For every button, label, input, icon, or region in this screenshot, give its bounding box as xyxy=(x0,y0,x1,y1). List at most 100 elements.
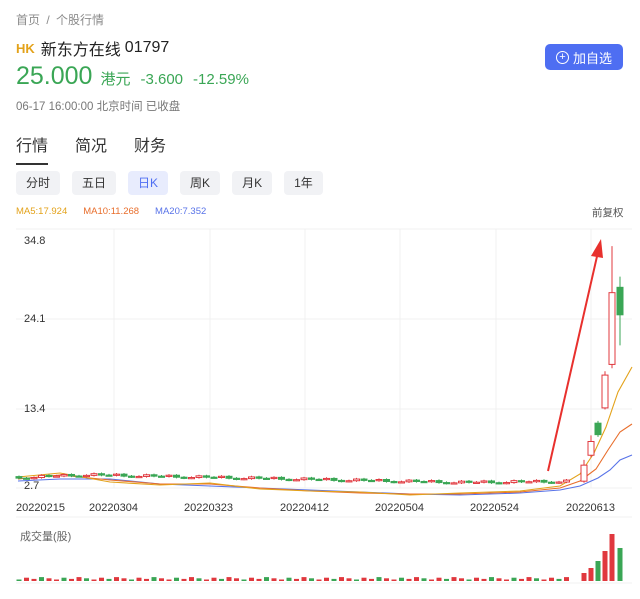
period-tab-weekly[interactable]: 周K xyxy=(180,171,221,195)
period-tab-1year[interactable]: 1年 xyxy=(284,171,323,195)
volume-bar xyxy=(588,568,594,581)
candle-body xyxy=(428,480,435,483)
candle-body xyxy=(75,475,83,478)
volume-bar xyxy=(54,579,59,581)
volume-bar xyxy=(316,579,322,581)
volume-bar xyxy=(279,579,284,581)
candle-body xyxy=(405,479,413,483)
volume-bar xyxy=(271,578,277,581)
candle-body xyxy=(360,478,368,481)
volume-bar xyxy=(324,577,329,581)
adjust-mode-toggle[interactable]: 前复权 xyxy=(592,205,624,220)
ma-legend: MA5:17.924 MA10:11.268 MA20:7.352 xyxy=(16,206,222,217)
volume-bar xyxy=(151,577,157,581)
tab-finance[interactable]: 财务 xyxy=(134,132,166,165)
y-tick-label: 2.7 xyxy=(24,480,39,492)
candle-body xyxy=(398,481,405,484)
breadcrumb-separator: / xyxy=(46,13,50,27)
chart-grid xyxy=(16,228,632,584)
candle-body xyxy=(375,479,383,482)
candle-body xyxy=(158,475,165,478)
volume-bar xyxy=(219,578,224,581)
period-tabs: 分时 五日 日K 周K 月K 1年 xyxy=(16,171,335,195)
candle-body xyxy=(563,479,570,483)
period-tab-intraday[interactable]: 分时 xyxy=(16,171,61,195)
candle-body xyxy=(580,464,588,482)
volume-bar xyxy=(459,578,464,581)
volume-bar xyxy=(519,578,524,581)
volume-bar xyxy=(481,578,487,581)
volume-bar xyxy=(159,578,164,581)
candle-body xyxy=(150,474,158,477)
x-tick-label: 20220323 xyxy=(184,502,233,514)
x-tick-label: 20220304 xyxy=(89,502,138,514)
candle-body xyxy=(315,478,323,482)
candle-body xyxy=(90,473,98,476)
market-badge: HK xyxy=(16,40,35,56)
tab-quote[interactable]: 行情 xyxy=(16,132,49,165)
volume-bar xyxy=(429,579,434,581)
volume-bar xyxy=(526,577,532,581)
volume-bar xyxy=(256,578,262,581)
volume-bar xyxy=(114,577,119,581)
period-tab-daily[interactable]: 日K xyxy=(128,171,169,195)
candle-body xyxy=(308,477,315,480)
breadcrumb-home[interactable]: 首页 xyxy=(16,13,40,27)
volume-bar xyxy=(264,577,269,581)
y-tick-label: 13.4 xyxy=(24,403,45,415)
candle-body xyxy=(533,479,540,483)
volume-bar xyxy=(444,578,449,581)
volume-bar xyxy=(189,577,194,581)
volume-bar xyxy=(504,579,509,581)
candle-body xyxy=(105,474,113,477)
x-tick-label: 20220215 xyxy=(16,502,65,514)
candle-body xyxy=(594,422,602,436)
candle-body xyxy=(218,475,225,478)
volume-bar xyxy=(46,578,52,581)
candle-body xyxy=(120,473,128,477)
volume-bar xyxy=(241,579,247,581)
add-watchlist-button[interactable]: + 加自选 xyxy=(545,44,623,70)
volume-bar xyxy=(451,577,457,581)
trend-arrow-icon xyxy=(547,239,603,472)
kline-chart[interactable]: 34.8 24.1 13.4 2.7 20220215 20220304 202… xyxy=(0,222,640,599)
candle-body xyxy=(503,482,510,485)
market-status: 06-17 16:00:00 北京时间 已收盘 xyxy=(16,101,181,113)
candle-body xyxy=(135,475,143,479)
volume-bar xyxy=(211,577,217,581)
candle-body xyxy=(601,374,609,409)
volume-bar xyxy=(234,578,239,581)
candle-body xyxy=(45,474,53,478)
volume-bar xyxy=(106,578,112,581)
tab-profile[interactable]: 简况 xyxy=(75,132,107,165)
period-tab-5day[interactable]: 五日 xyxy=(72,171,117,195)
stock-title: HK 新东方在线 01797 xyxy=(16,36,169,60)
candle-body xyxy=(608,292,616,365)
candle-body xyxy=(540,479,548,483)
period-tab-monthly[interactable]: 月K xyxy=(232,171,273,195)
volume-bar xyxy=(84,578,89,581)
candle-body xyxy=(203,475,210,478)
candle-body xyxy=(383,479,390,482)
candle-body xyxy=(548,481,555,484)
candle-body xyxy=(616,286,624,316)
volume-bar xyxy=(369,578,374,581)
volume-label: 成交量(股) xyxy=(20,529,71,543)
ma10-line xyxy=(17,423,633,495)
candle-body xyxy=(113,473,120,476)
x-tick-label: 20220412 xyxy=(280,502,329,514)
volume-bar xyxy=(339,577,344,581)
candle-body xyxy=(330,477,338,481)
volume-bar xyxy=(121,578,127,581)
candle-body xyxy=(225,475,233,479)
volume-bar xyxy=(421,578,427,581)
candle-body xyxy=(38,474,45,479)
candle-body xyxy=(465,480,473,483)
volume-bar xyxy=(286,577,292,581)
candle-body xyxy=(413,479,420,482)
volume-bar xyxy=(331,578,337,581)
candle-body xyxy=(488,480,495,484)
price-change: -3.600 xyxy=(140,71,184,88)
volume-bar xyxy=(99,577,104,581)
candle-body xyxy=(435,480,443,484)
